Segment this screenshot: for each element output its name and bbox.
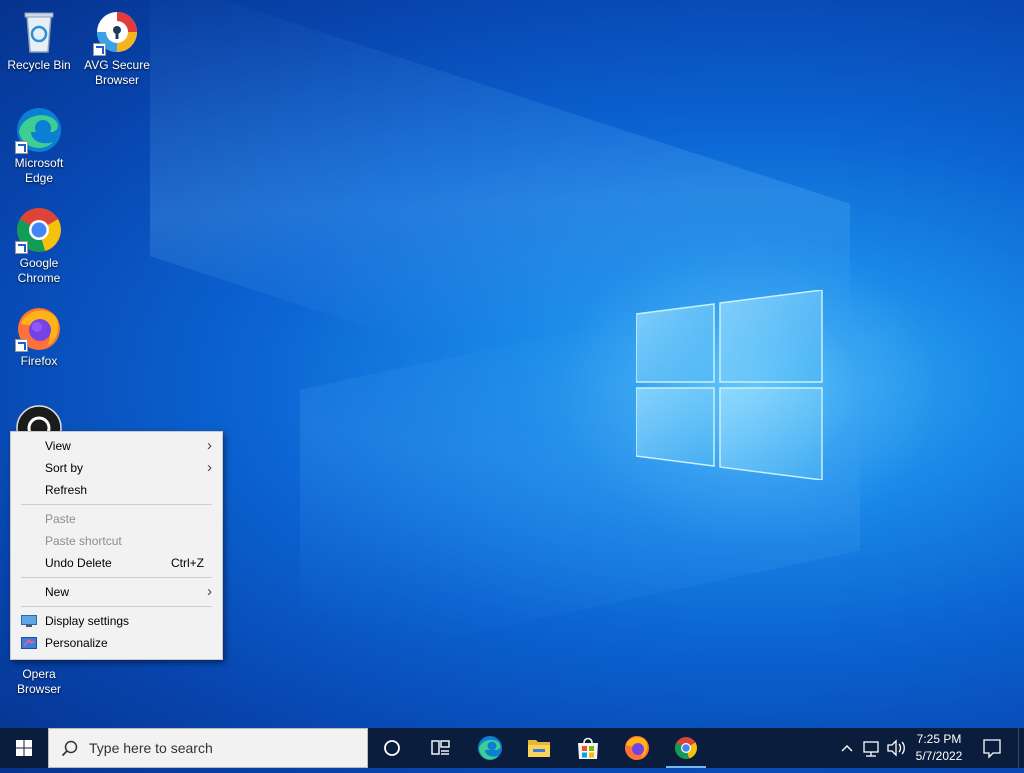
menu-separator: [21, 606, 212, 607]
taskbar-chrome-button[interactable]: [662, 728, 710, 768]
desktop-context-menu: View › Sort by › Refresh Paste Paste sho…: [10, 431, 223, 660]
chevron-up-icon: [841, 745, 853, 752]
notification-icon: [983, 739, 1001, 759]
network-button[interactable]: [860, 728, 884, 768]
taskbar-search-box[interactable]: Type here to search: [48, 728, 368, 768]
menu-item-label: View: [45, 439, 71, 453]
desktop-icon-edge[interactable]: Microsoft Edge: [1, 106, 77, 186]
chevron-right-icon: ›: [207, 583, 212, 600]
task-view-icon: [431, 740, 450, 755]
edge-icon: [15, 106, 63, 154]
windows-start-icon: [16, 740, 32, 756]
menu-item-undo-delete[interactable]: Undo Delete Ctrl+Z: [11, 552, 222, 574]
chrome-icon: [15, 206, 63, 254]
taskbar-edge-button[interactable]: [466, 728, 514, 768]
shortcut-arrow-icon: [15, 241, 28, 254]
windows-logo-wallpaper: [636, 290, 823, 480]
firefox-icon: [15, 304, 63, 352]
personalize-icon: [21, 637, 37, 649]
file-explorer-icon: [528, 740, 550, 757]
task-view-button[interactable]: [416, 728, 464, 768]
menu-item-refresh[interactable]: Refresh: [11, 479, 222, 501]
taskbar-file-explorer-button[interactable]: [515, 728, 563, 768]
show-hidden-icons-button[interactable]: [836, 728, 858, 768]
menu-item-label: Paste: [45, 512, 76, 526]
menu-item-label: Refresh: [45, 483, 88, 497]
menu-item-shortcut: Ctrl+Z: [171, 556, 204, 570]
network-icon: [863, 741, 879, 757]
taskbar-store-button[interactable]: [564, 728, 612, 768]
shortcut-arrow-icon: [15, 339, 28, 352]
taskbar: Type here to search 7:25 PM 5/7/2022: [0, 728, 1024, 768]
desktop-icon-label: Microsoft Edge: [14, 156, 64, 185]
menu-item-paste-shortcut: Paste shortcut: [11, 530, 222, 552]
menu-separator: [21, 577, 212, 578]
search-placeholder: Type here to search: [89, 740, 213, 756]
volume-button[interactable]: [884, 728, 908, 768]
menu-separator: [21, 504, 212, 505]
desktop-icon-label: Firefox: [20, 354, 58, 368]
avg-browser-icon: [93, 8, 141, 56]
menu-item-label: Personalize: [45, 636, 108, 650]
recycle-bin-icon: [15, 8, 63, 56]
action-center-button[interactable]: [976, 728, 1008, 768]
chevron-right-icon: ›: [207, 437, 212, 454]
clock-date: 5/7/2022: [915, 749, 963, 763]
desktop-icon-label: Google Chrome: [17, 256, 61, 285]
menu-item-paste: Paste: [11, 508, 222, 530]
clock-button[interactable]: 7:25 PM 5/7/2022: [910, 728, 968, 768]
desktop-icon-label: Recycle Bin: [7, 58, 71, 72]
chrome-icon: [675, 737, 697, 759]
shortcut-arrow-icon: [93, 43, 106, 56]
cortana-icon: [384, 740, 400, 756]
menu-item-personalize[interactable]: Personalize: [11, 632, 222, 654]
search-icon: [61, 740, 78, 757]
menu-item-view[interactable]: View ›: [11, 435, 222, 457]
desktop-icon-firefox[interactable]: Firefox: [1, 304, 77, 369]
desktop-icon-avg-browser[interactable]: AVG Secure Browser: [79, 8, 155, 88]
menu-item-label: Undo Delete: [45, 556, 112, 570]
desktop-icon-recycle-bin[interactable]: Recycle Bin: [1, 8, 77, 73]
menu-item-sort-by[interactable]: Sort by ›: [11, 457, 222, 479]
menu-item-label: New: [45, 585, 70, 599]
desktop-icon-label: Opera Browser: [16, 667, 61, 696]
store-icon: [578, 737, 598, 759]
volume-icon: [887, 739, 905, 757]
start-button[interactable]: [0, 728, 48, 768]
menu-item-new[interactable]: New ›: [11, 581, 222, 603]
edge-icon: [478, 736, 502, 760]
desktop-icon-label: AVG Secure Browser: [84, 58, 150, 87]
taskbar-firefox-button[interactable]: [613, 728, 661, 768]
shortcut-arrow-icon: [15, 141, 28, 154]
menu-item-display-settings[interactable]: Display settings: [11, 610, 222, 632]
menu-item-label: Sort by: [45, 461, 84, 475]
display-settings-icon: [21, 615, 37, 627]
menu-item-label: Paste shortcut: [45, 534, 122, 548]
firefox-icon: [625, 736, 649, 760]
clock-time: 7:25 PM: [916, 732, 962, 746]
menu-item-label: Display settings: [45, 614, 130, 628]
show-desktop-button[interactable]: [1018, 728, 1024, 768]
chevron-right-icon: ›: [207, 459, 212, 476]
cortana-button[interactable]: [368, 728, 416, 768]
desktop-icon-chrome[interactable]: Google Chrome: [1, 206, 77, 286]
